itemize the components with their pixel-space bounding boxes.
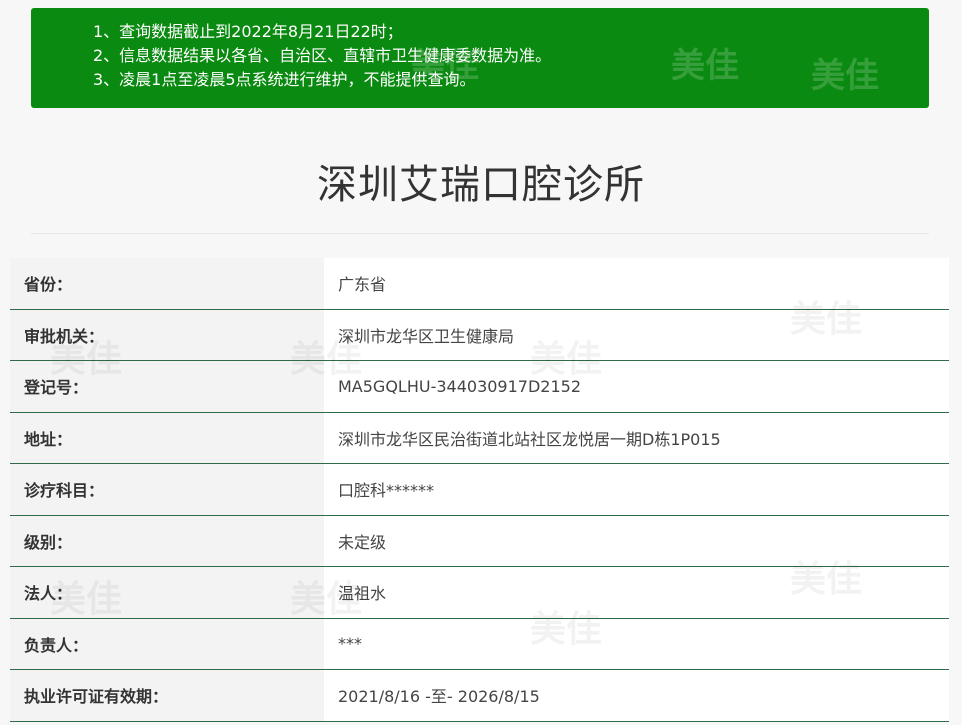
row-label-medical-subjects: 诊疗科目：: [10, 464, 324, 515]
row-value-person-in-charge: ***: [324, 618, 949, 669]
table-row: 级别： 未定级: [10, 515, 949, 567]
row-label-level: 级别：: [10, 515, 324, 566]
table-row: 法人： 温祖水: [10, 567, 949, 619]
detail-table: 省份： 广东省 审批机关： 深圳市龙华区卫生健康局 登记号： MA5GQLHU-…: [10, 258, 949, 722]
row-value-legal-person: 温祖水: [324, 567, 949, 618]
table-row: 地址： 深圳市龙华区民治街道北站社区龙悦居一期D栋1P015: [10, 412, 949, 464]
table-row: 执业许可证有效期： 2021/8/16 -至- 2026/8/15: [10, 670, 949, 722]
row-label-address: 地址：: [10, 412, 324, 463]
row-value-province: 广东省: [324, 258, 949, 309]
row-value-level: 未定级: [324, 515, 949, 566]
row-label-person-in-charge: 负责人：: [10, 618, 324, 669]
page-title: 深圳艾瑞口腔诊所: [317, 162, 645, 208]
row-label-approval-authority: 审批机关：: [10, 309, 324, 360]
notice-line-3: 3、凌晨1点至凌晨5点系统进行维护，不能提供查询。: [93, 70, 476, 89]
table-row: 负责人： ***: [10, 618, 949, 670]
row-value-approval-authority: 深圳市龙华区卫生健康局: [324, 309, 949, 360]
table-row: 省份： 广东省: [10, 258, 949, 310]
notice-banner: 1、查询数据截止到2022年8月21日22时； 2、信息数据结果以各省、自治区、…: [31, 8, 929, 108]
notice-line-2: 2、信息数据结果以各省、自治区、直辖市卫生健康委数据为准。: [93, 46, 552, 65]
table-row: 登记号： MA5GQLHU-344030917D2152: [10, 361, 949, 413]
row-label-registration-number: 登记号：: [10, 361, 324, 412]
table-row: 审批机关： 深圳市龙华区卫生健康局: [10, 309, 949, 361]
row-value-address: 深圳市龙华区民治街道北站社区龙悦居一期D栋1P015: [324, 412, 949, 463]
row-value-registration-number: MA5GQLHU-344030917D2152: [324, 361, 949, 412]
title-divider: [31, 233, 929, 234]
row-label-legal-person: 法人：: [10, 567, 324, 618]
row-value-license-validity: 2021/8/16 -至- 2026/8/15: [324, 670, 949, 721]
table-row: 诊疗科目： 口腔科******: [10, 464, 949, 516]
row-label-license-validity: 执业许可证有效期：: [10, 670, 324, 721]
row-label-province: 省份：: [10, 258, 324, 309]
row-value-medical-subjects: 口腔科******: [324, 464, 949, 515]
notice-line-1: 1、查询数据截止到2022年8月21日22时；: [93, 22, 403, 41]
